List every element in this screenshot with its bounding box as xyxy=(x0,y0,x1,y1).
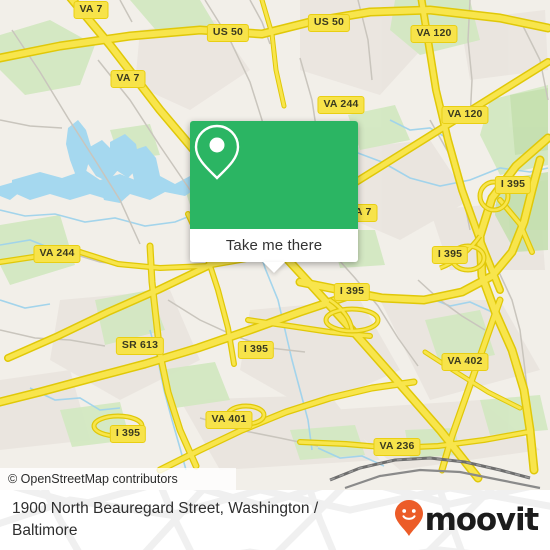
road-shield: US 50 xyxy=(206,24,250,42)
road-shield: I 395 xyxy=(333,283,371,301)
address-label: 1900 North Beauregard Street, Washington… xyxy=(12,500,319,539)
road-shield: I 395 xyxy=(109,425,147,443)
road-shield: I 395 xyxy=(494,176,532,194)
road-shield: VA 402 xyxy=(441,353,489,371)
road-shield: VA 120 xyxy=(441,106,489,124)
road-shield: I 395 xyxy=(237,341,275,359)
road-shield: VA 401 xyxy=(205,411,253,429)
road-shield: VA 7 xyxy=(110,70,146,88)
footer-bar: 1900 North Beauregard Street, Washington… xyxy=(0,490,550,550)
moovit-wordmark: moovit xyxy=(424,502,540,538)
road-shield: I 395 xyxy=(431,246,469,264)
road-shield: VA 236 xyxy=(373,438,421,456)
moovit-smiley-pin-icon xyxy=(394,499,424,542)
popup-tail xyxy=(263,262,285,273)
take-me-there-popup[interactable]: Take me there xyxy=(190,121,358,273)
popup-action-bar[interactable]: Take me there xyxy=(190,229,358,273)
road-shield: SR 613 xyxy=(115,337,165,355)
road-shield: VA 244 xyxy=(33,245,81,263)
map-attribution[interactable]: © OpenStreetMap contributors xyxy=(0,468,236,490)
road-shield: VA 7 xyxy=(73,1,109,19)
road-shield: US 50 xyxy=(307,14,351,32)
map-canvas[interactable]: VA 7 US 50 US 50 VA 120 VA 7 VA 244 VA 1… xyxy=(0,0,550,490)
popup-image-area xyxy=(190,121,358,229)
road-shield: VA 244 xyxy=(317,96,365,114)
moovit-logo: moovit xyxy=(394,499,540,542)
road-shield: VA 120 xyxy=(410,25,458,43)
moovit-map-screenshot: VA 7 US 50 US 50 VA 120 VA 7 VA 244 VA 1… xyxy=(0,0,550,550)
take-me-there-label: Take me there xyxy=(225,237,323,254)
attribution-text: © OpenStreetMap contributors xyxy=(8,472,178,486)
